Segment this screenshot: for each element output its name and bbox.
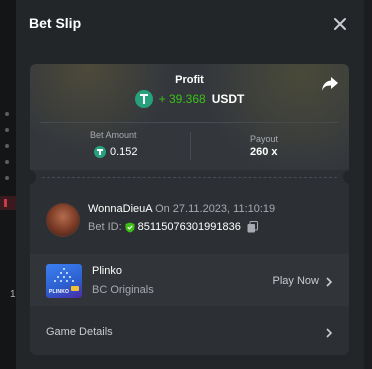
backdrop-dot <box>5 160 9 164</box>
user-line: WonnaDieuA On 27.11.2023, 11:10:19 <box>88 203 275 215</box>
bet-id-label: Bet ID: <box>88 221 122 233</box>
card-divider <box>40 122 339 123</box>
profit-row: + 39.368 USDT <box>30 90 349 108</box>
modal-header: Bet Slip <box>16 0 364 48</box>
backdrop-dot <box>5 144 9 148</box>
backdrop-dot <box>5 176 9 180</box>
details-card: WonnaDieuA On 27.11.2023, 11:10:19 Bet I… <box>30 184 349 355</box>
game-details-label: Game Details <box>46 326 113 338</box>
bet-amount-label: Bet Amount <box>90 130 137 140</box>
plinko-thumbnail: PLINKO <box>46 264 82 298</box>
stats-divider <box>190 132 191 160</box>
profit-currency: USDT <box>211 92 245 106</box>
bet-amount-value: 0.152 <box>110 146 138 158</box>
payout-label: Payout <box>250 134 279 144</box>
page-backdrop: 1 <box>0 0 16 369</box>
bet-id-value: 85115076301991836 <box>137 221 241 233</box>
notch-left <box>22 170 36 184</box>
chevron-right-icon <box>326 328 333 338</box>
play-now-button[interactable]: Play Now <box>273 275 319 287</box>
dashed-line <box>42 177 337 178</box>
profit-card: Profit + 39.368 USDT Bet Amount 0.152 Pa… <box>30 64 349 170</box>
thumbnail-label: PLINKO <box>49 289 70 295</box>
game-name: Plinko <box>92 265 122 277</box>
bet-time: On 27.11.2023, 11:10:19 <box>155 203 276 215</box>
game-row[interactable]: PLINKO Plinko BC Originals Play Now <box>30 254 349 306</box>
game-provider: BC Originals <box>92 284 154 296</box>
bet-slip-modal: Bet Slip Profit + 39.368 USDT Bet Amount… <box>16 0 364 369</box>
shield-check-icon <box>125 222 135 232</box>
chevron-right-icon <box>326 277 333 287</box>
backdrop-dot <box>5 112 9 116</box>
ticket-perforation <box>22 170 357 184</box>
usdt-coin-icon <box>94 146 106 158</box>
close-icon[interactable] <box>330 14 350 34</box>
coin-stack <box>71 286 79 291</box>
modal-title: Bet Slip <box>29 15 82 31</box>
payout-value: 260 x <box>250 146 278 158</box>
backdrop-number: 1 <box>10 289 16 300</box>
copy-icon[interactable] <box>247 221 258 233</box>
profit-label: Profit <box>175 74 204 86</box>
bet-id-line: Bet ID: 85115076301991836 <box>88 221 258 233</box>
backdrop-chip <box>0 196 16 210</box>
share-arrow-icon[interactable] <box>321 76 339 92</box>
notch-right <box>343 170 357 184</box>
username[interactable]: WonnaDieuA <box>88 203 152 215</box>
backdrop-dot <box>5 128 9 132</box>
usdt-coin-icon <box>134 90 153 108</box>
bet-amount: 0.152 <box>94 146 138 158</box>
avatar[interactable] <box>46 203 80 237</box>
profit-value: + 39.368 <box>158 92 206 106</box>
game-details-row[interactable]: Game Details <box>30 315 349 349</box>
